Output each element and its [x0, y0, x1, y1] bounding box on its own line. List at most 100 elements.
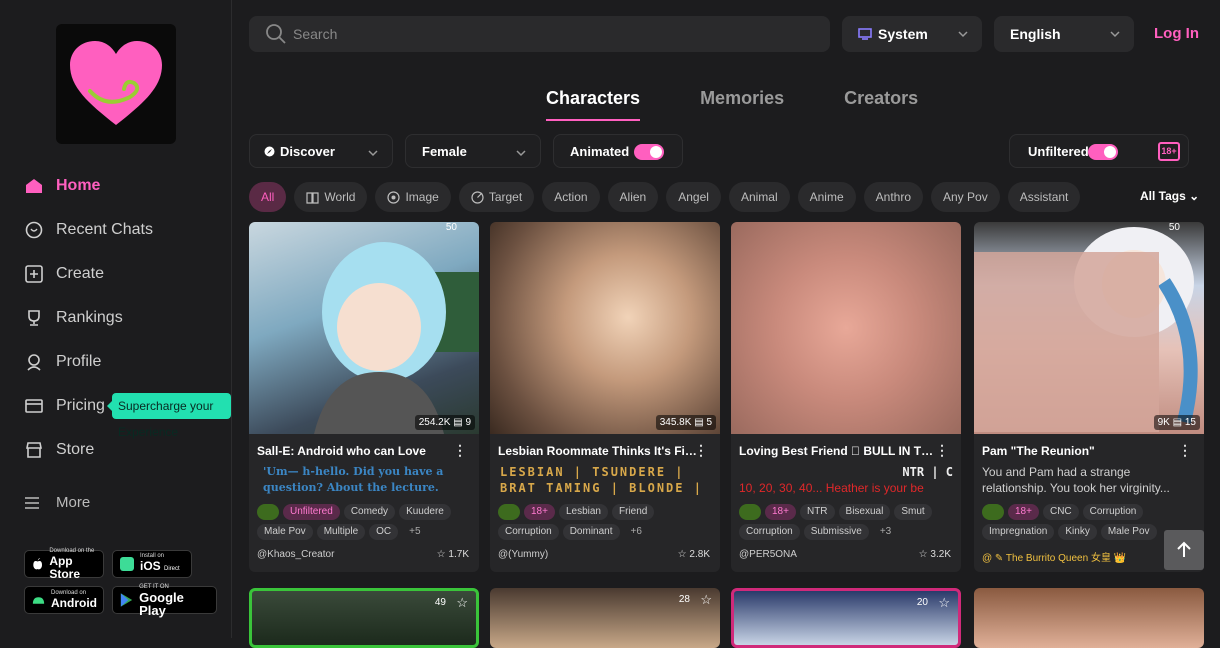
- tab-memories[interactable]: Memories: [700, 88, 784, 121]
- star-icon[interactable]: ☆: [700, 592, 712, 608]
- tag[interactable]: Friend: [612, 504, 655, 520]
- chip-action[interactable]: Action: [542, 182, 600, 212]
- chip-target[interactable]: Target: [458, 182, 535, 212]
- unfiltered-label: Unfiltered: [1028, 143, 1089, 159]
- tag[interactable]: Comedy: [343, 504, 396, 520]
- chip-angel[interactable]: Angel: [666, 182, 721, 212]
- ios-direct-badge[interactable]: Install on iOS Direct: [112, 550, 192, 578]
- tag[interactable]: 18+: [765, 504, 796, 520]
- character-thumbnail: 345.8K ▤ 5: [490, 222, 720, 434]
- card-creator[interactable]: @ ✎ The Burrito Queen 女皇 👑: [982, 549, 1126, 564]
- login-button[interactable]: Log In: [1154, 25, 1199, 42]
- character-card[interactable]: 28 ☆: [490, 588, 720, 648]
- nav-rankings[interactable]: Rankings: [24, 296, 224, 340]
- character-card[interactable]: 20 ☆: [731, 588, 961, 648]
- tag[interactable]: Smut: [894, 504, 932, 520]
- tag[interactable]: 18+: [1008, 504, 1039, 520]
- monitor-icon: [858, 28, 872, 40]
- nav-profile[interactable]: Profile: [24, 340, 224, 384]
- tag[interactable]: Male Pov: [1100, 524, 1157, 540]
- plus-square-icon: [25, 265, 43, 283]
- android-badge[interactable]: Download on Android: [24, 586, 104, 614]
- nav-recent-chats[interactable]: Recent Chats: [24, 208, 224, 252]
- image-tag-icon: [739, 504, 761, 520]
- tag-more[interactable]: +6: [624, 524, 649, 540]
- more-options-icon[interactable]: ⋮: [453, 442, 467, 459]
- book-icon: [306, 191, 319, 204]
- animated-toggle[interactable]: Animated: [553, 134, 683, 168]
- chip-all[interactable]: All: [249, 182, 287, 212]
- star-icon[interactable]: ☆: [938, 595, 950, 611]
- theme-select[interactable]: System: [842, 16, 982, 52]
- tag[interactable]: NTR: [799, 504, 835, 520]
- unfiltered-toggle[interactable]: Unfiltered 18+: [1009, 134, 1189, 168]
- image-count-badge: 49: [434, 597, 446, 608]
- card-creator[interactable]: @Khaos_Creator: [257, 549, 334, 560]
- more-options-icon[interactable]: ⋮: [694, 442, 708, 459]
- tag[interactable]: Corruption: [1082, 504, 1144, 520]
- chip-any-pov[interactable]: Any Pov: [931, 182, 1000, 212]
- more-options-icon[interactable]: ⋮: [935, 442, 949, 459]
- language-select[interactable]: English: [994, 16, 1134, 52]
- tag[interactable]: Kuudere: [399, 504, 451, 520]
- tag[interactable]: Male Pov: [257, 524, 313, 540]
- all-tags-dropdown[interactable]: All Tags ⌄: [1140, 189, 1199, 203]
- chip-assistant[interactable]: Assistant: [1007, 182, 1081, 212]
- character-card[interactable]: Loving Best Friend 🏻 BULL IN THE... ⋮ NT…: [731, 222, 961, 572]
- nav-home[interactable]: Home: [24, 164, 224, 208]
- scroll-to-top-button[interactable]: [1164, 530, 1204, 570]
- tag-more[interactable]: +3: [873, 524, 898, 540]
- tag[interactable]: Corruption: [498, 524, 559, 540]
- home-icon: [26, 179, 42, 193]
- chip-image[interactable]: Image: [375, 182, 451, 212]
- more-options-icon[interactable]: ⋮: [1178, 442, 1192, 459]
- more-button[interactable]: More: [24, 494, 90, 511]
- card-creator[interactable]: @PER5ONA: [739, 549, 797, 560]
- card-likes-value: 2.8K: [689, 549, 710, 560]
- character-card[interactable]: 50 254.2K ▤ 9 Sall-E: Android who can Lo…: [249, 222, 479, 572]
- anime-character-art: [974, 227, 1198, 432]
- tag[interactable]: Submissive: [803, 524, 869, 540]
- tag[interactable]: Bisexual: [838, 504, 891, 520]
- chip-anthro[interactable]: Anthro: [863, 182, 923, 212]
- tag[interactable]: Dominant: [562, 524, 620, 540]
- chip-anime[interactable]: Anime: [797, 182, 856, 212]
- tag[interactable]: Corruption: [739, 524, 800, 540]
- search-bar[interactable]: Search: [249, 16, 830, 52]
- chip-world[interactable]: World: [294, 182, 368, 212]
- tag[interactable]: OC: [369, 524, 399, 540]
- tag[interactable]: Unfiltered: [283, 504, 340, 520]
- search-placeholder: Search: [293, 26, 338, 42]
- animated-switch[interactable]: [634, 144, 664, 160]
- all-tags-label: All Tags: [1140, 189, 1186, 203]
- app-store-badge[interactable]: Download on the App Store: [24, 548, 104, 580]
- nav-create[interactable]: Create: [24, 252, 224, 296]
- tag-more[interactable]: +5: [402, 524, 427, 540]
- tag[interactable]: Impregnation: [982, 524, 1055, 540]
- tab-creators[interactable]: Creators: [844, 88, 918, 121]
- chip-animal[interactable]: Animal: [728, 182, 790, 212]
- unfiltered-switch[interactable]: [1088, 144, 1118, 160]
- arrow-up-icon: [1177, 541, 1191, 557]
- nav-profile-label: Profile: [56, 353, 102, 370]
- card-likes: ☆ 1.7K: [436, 549, 469, 560]
- character-card[interactable]: 50 9K ▤ 15 Pam "The Reunion" ⋮ You and P…: [974, 222, 1204, 572]
- chip-alien[interactable]: Alien: [607, 182, 659, 212]
- tag[interactable]: Lesbian: [558, 504, 608, 520]
- character-card[interactable]: [974, 588, 1204, 648]
- app-logo[interactable]: [56, 24, 176, 144]
- google-play-badge[interactable]: GET IT ON Google Play: [112, 584, 217, 617]
- star-icon[interactable]: ☆: [456, 595, 468, 611]
- tag[interactable]: 18+: [524, 504, 555, 520]
- character-card[interactable]: 345.8K ▤ 5 Lesbian Roommate Thinks It's …: [490, 222, 720, 572]
- tag[interactable]: CNC: [1042, 504, 1079, 520]
- gender-select[interactable]: Female: [405, 134, 541, 168]
- tag[interactable]: Multiple: [316, 524, 366, 540]
- discover-select[interactable]: Discover: [249, 134, 393, 168]
- card-creator[interactable]: @(Yummy): [498, 549, 548, 560]
- tag[interactable]: Kinky: [1058, 524, 1097, 540]
- character-card[interactable]: 49 ☆: [249, 588, 479, 648]
- tab-characters[interactable]: Characters: [546, 88, 641, 121]
- card-views: 9K: [1157, 417, 1170, 428]
- card-description: You and Pam had a strange relationship. …: [982, 465, 1170, 495]
